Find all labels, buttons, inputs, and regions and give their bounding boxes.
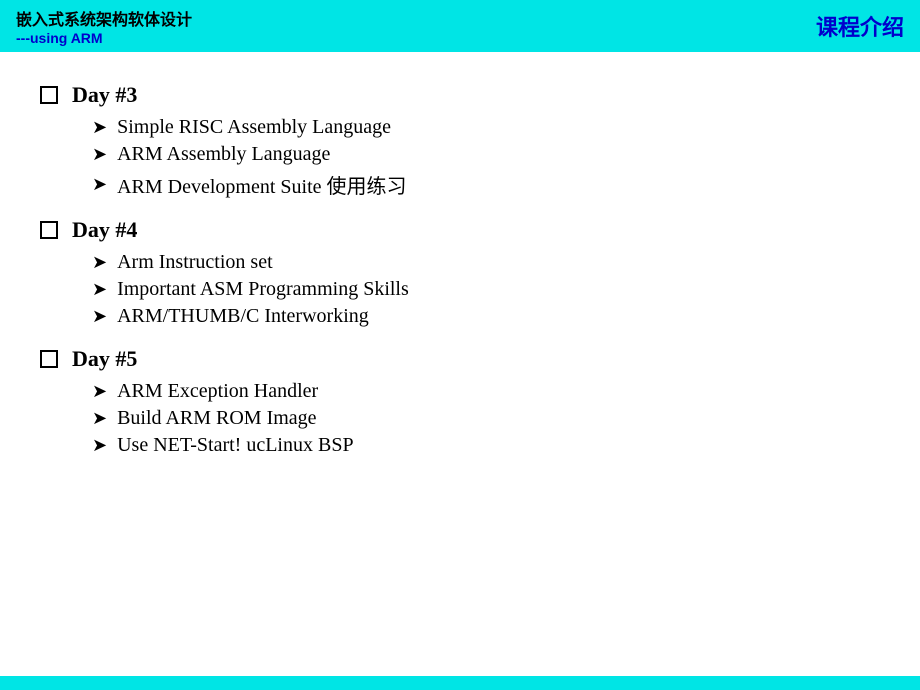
list-item: ➤ ARM Exception Handler bbox=[92, 380, 880, 403]
list-item-text: ARM Development Suite 使用练习 bbox=[117, 170, 406, 199]
list-item-text: Use NET-Start! ucLinux BSP bbox=[117, 434, 353, 457]
checkbox-icon bbox=[40, 86, 58, 104]
day-section-4: Day #4 ➤ Arm Instruction set ➤ Important ASM… bbox=[40, 217, 880, 328]
arrow-icon: ➤ bbox=[92, 279, 107, 300]
day-section-5: Day #5 ➤ ARM Exception Handler ➤ Build ARM R… bbox=[40, 346, 880, 457]
arrow-icon: ➤ bbox=[92, 117, 107, 138]
checkbox-icon bbox=[40, 350, 58, 368]
arrow-icon: ➤ bbox=[92, 306, 107, 327]
list-item: ➤ ARM/THUMB/C Interworking bbox=[92, 305, 880, 328]
list-item: ➤ Build ARM ROM Image bbox=[92, 407, 880, 430]
arrow-icon: ➤ bbox=[92, 252, 107, 273]
list-item-text: ARM/THUMB/C Interworking bbox=[117, 305, 369, 328]
footer-bar bbox=[0, 676, 920, 690]
sub-items-day-3: ➤ Simple RISC Assembly Language ➤ ARM Assem… bbox=[92, 116, 880, 199]
list-item-text: Build ARM ROM Image bbox=[117, 407, 316, 430]
day-label-3: Day #3 bbox=[72, 82, 137, 108]
day-label-4: Day #4 bbox=[72, 217, 137, 243]
header-course-label: 课程介绍 bbox=[816, 10, 904, 42]
arrow-icon: ➤ bbox=[92, 144, 107, 165]
header-subtitle: ---using ARM bbox=[16, 30, 192, 46]
sub-items-day-4: ➤ Arm Instruction set ➤ Important ASM Progr… bbox=[92, 251, 880, 328]
list-item-text: Arm Instruction set bbox=[117, 251, 273, 274]
list-item: ➤ ARM Assembly Language bbox=[92, 143, 880, 166]
header-title-cn: 嵌入式系统架构软体设计 bbox=[16, 6, 192, 30]
list-item: ➤ Use NET-Start! ucLinux BSP bbox=[92, 434, 880, 457]
list-item-text: ARM Exception Handler bbox=[117, 380, 318, 403]
list-item-text: Simple RISC Assembly Language bbox=[117, 116, 391, 139]
arrow-icon: ➤ bbox=[92, 174, 107, 195]
sub-items-day-5: ➤ ARM Exception Handler ➤ Build ARM ROM Ima… bbox=[92, 380, 880, 457]
day-label-5: Day #5 bbox=[72, 346, 137, 372]
day-title-3: Day #3 bbox=[40, 82, 880, 108]
list-item: ➤ Simple RISC Assembly Language bbox=[92, 116, 880, 139]
list-item: ➤ Important ASM Programming Skills bbox=[92, 278, 880, 301]
arrow-icon: ➤ bbox=[92, 435, 107, 456]
list-item-text: ARM Assembly Language bbox=[117, 143, 330, 166]
header-left: 嵌入式系统架构软体设计 ---using ARM bbox=[16, 6, 192, 46]
day-title-5: Day #5 bbox=[40, 346, 880, 372]
checkbox-icon bbox=[40, 221, 58, 239]
main-content: Day #3 ➤ Simple RISC Assembly Language ➤ ARM… bbox=[0, 52, 920, 495]
header: 嵌入式系统架构软体设计 ---using ARM 课程介绍 bbox=[0, 0, 920, 52]
list-item: ➤ Arm Instruction set bbox=[92, 251, 880, 274]
arrow-icon: ➤ bbox=[92, 381, 107, 402]
list-item: ➤ ARM Development Suite 使用练习 bbox=[92, 170, 880, 199]
day-section-3: Day #3 ➤ Simple RISC Assembly Language ➤ ARM… bbox=[40, 82, 880, 199]
arrow-icon: ➤ bbox=[92, 408, 107, 429]
day-title-4: Day #4 bbox=[40, 217, 880, 243]
list-item-text: Important ASM Programming Skills bbox=[117, 278, 409, 301]
